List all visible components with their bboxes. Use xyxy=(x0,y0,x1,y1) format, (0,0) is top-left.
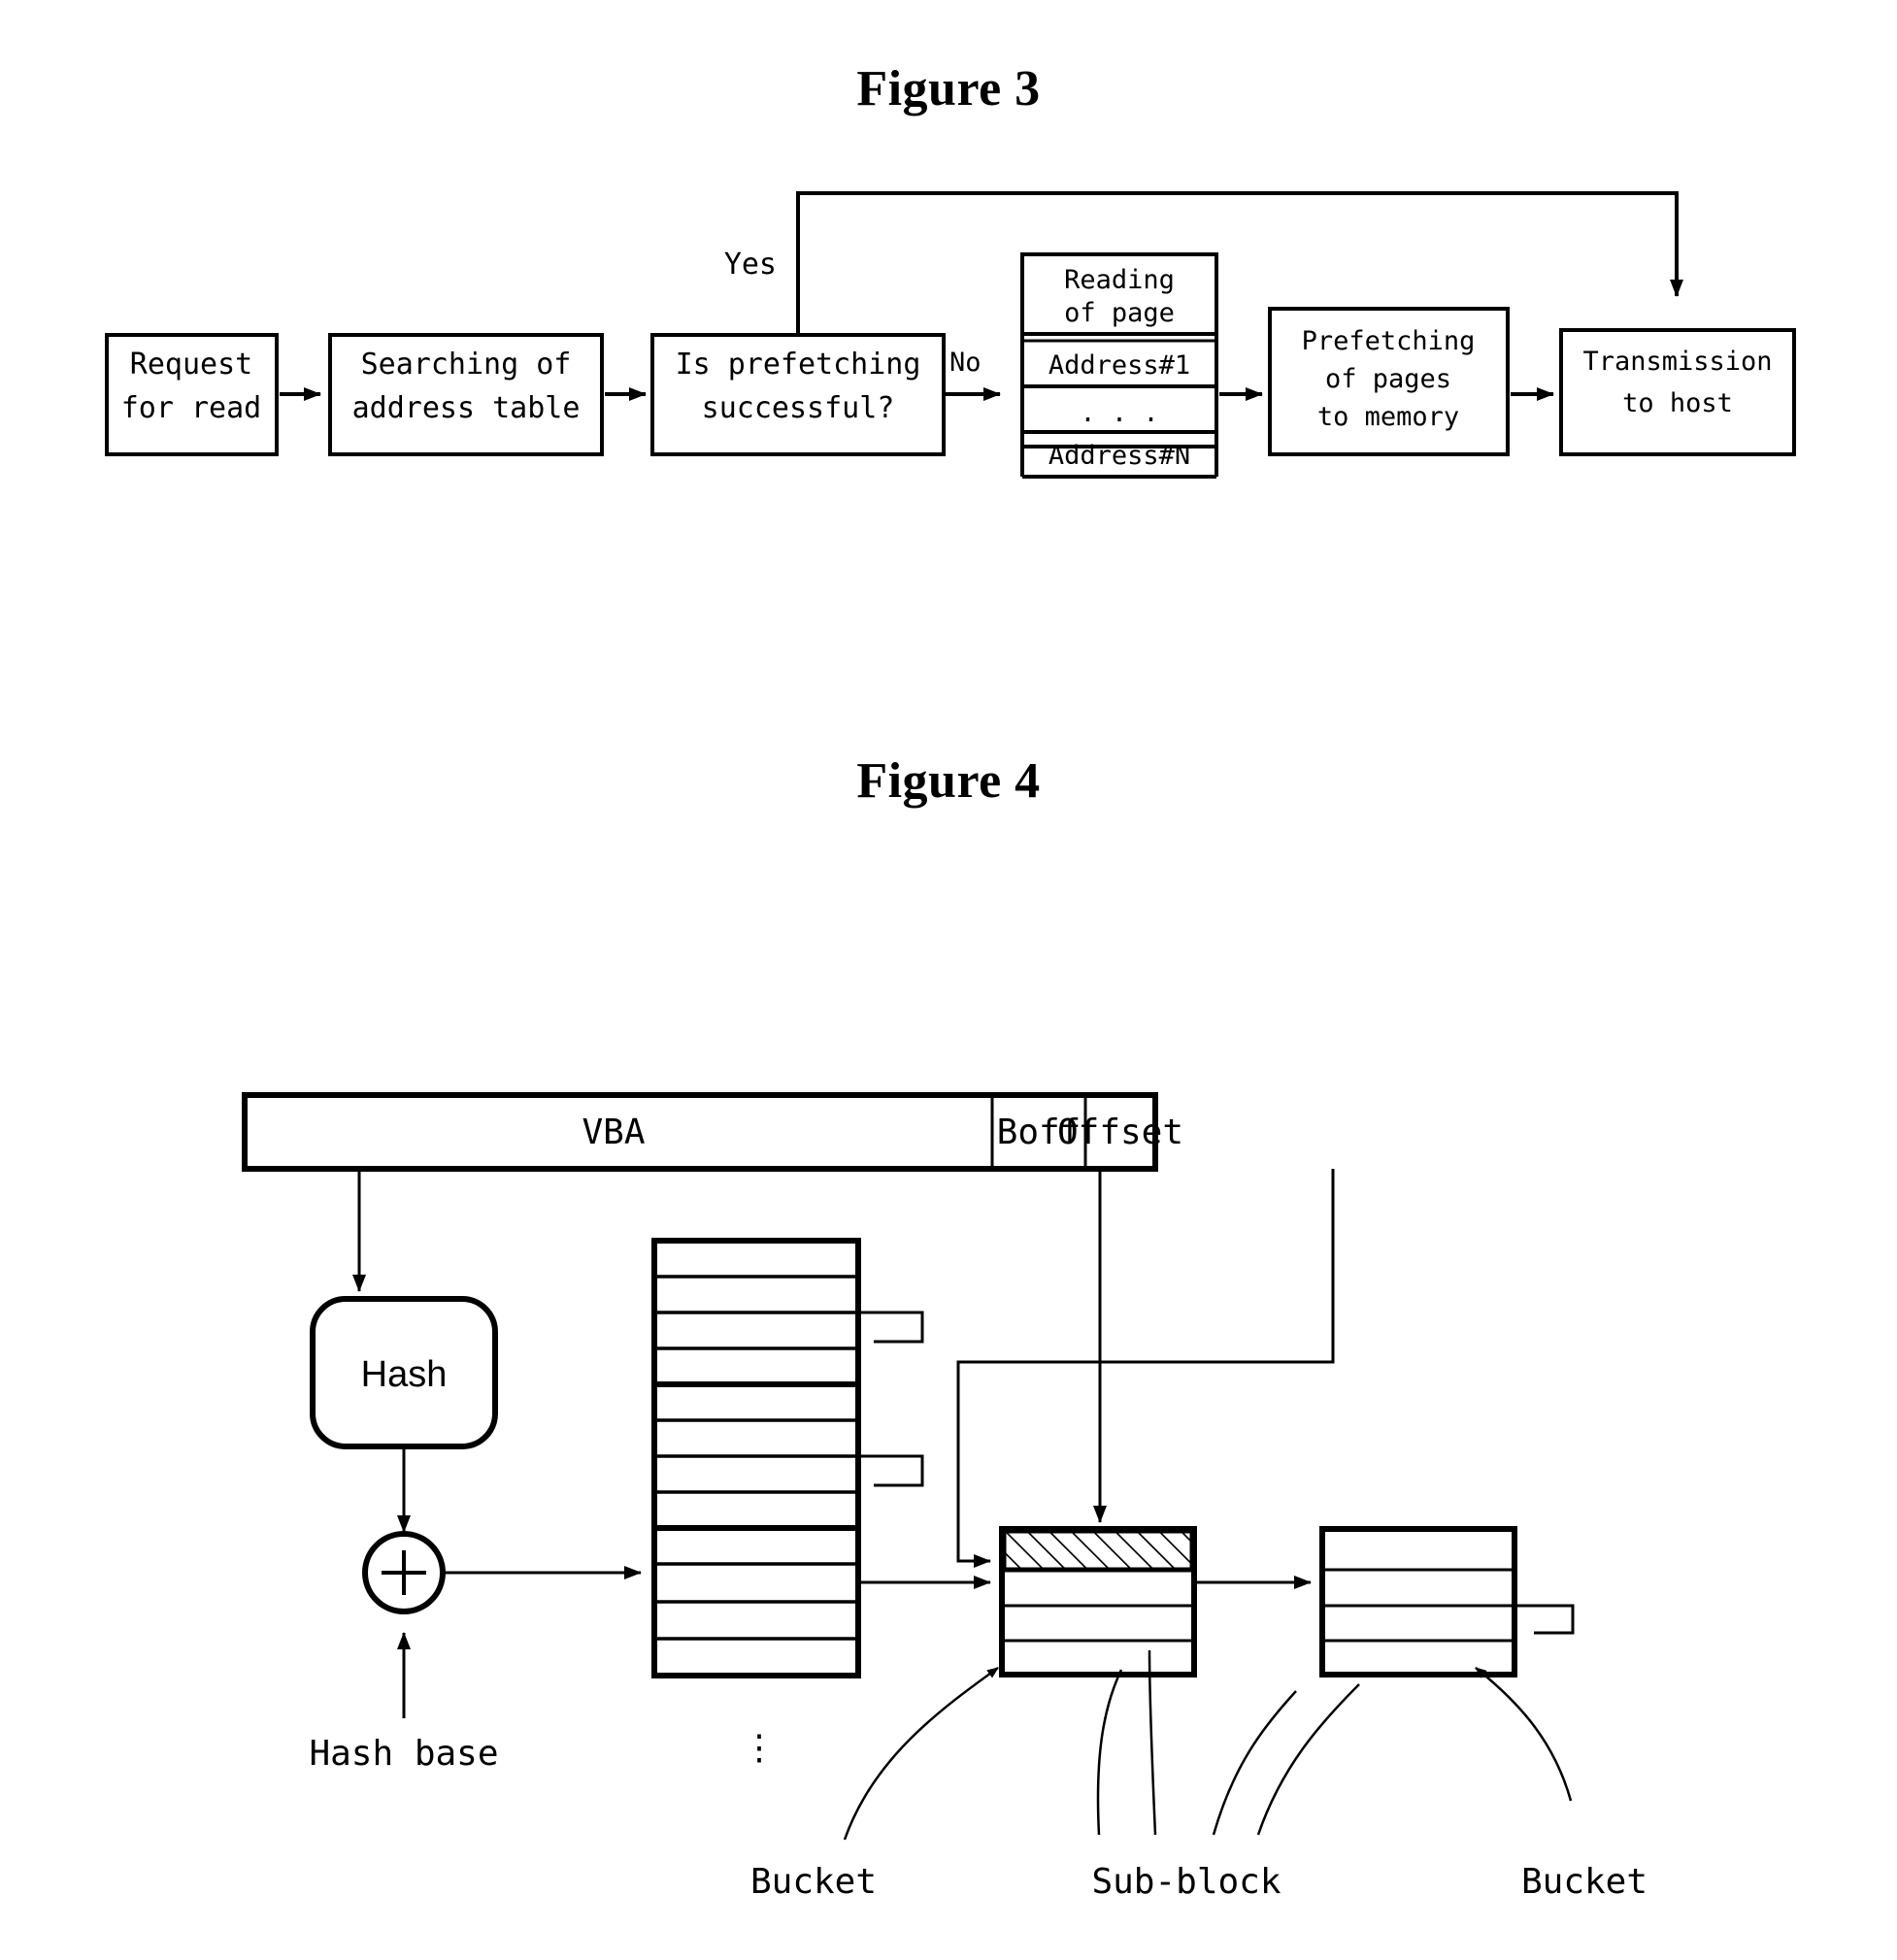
hash-table-ellipsis: ⋮ xyxy=(742,1728,777,1768)
hash-block-box xyxy=(310,1296,498,1449)
address-word-bar xyxy=(242,1092,1158,1172)
node-searching-address-table-line-2: address table xyxy=(352,391,581,425)
node-is-prefetching-successful-line-2: successful? xyxy=(702,391,895,425)
node-request-for-read-box xyxy=(105,333,279,456)
edge-yes-path xyxy=(796,191,1683,335)
bucket-left-box xyxy=(999,1526,1197,1678)
hash-block-label: Hash xyxy=(361,1354,448,1395)
node-prefetching-line-3: to memory xyxy=(1317,402,1459,432)
bucket-right-box xyxy=(1319,1526,1517,1678)
node-request-for-read-line-1: Request xyxy=(130,348,252,382)
node-transmission-to-host-box xyxy=(1559,328,1796,456)
callout-leader-sub-block-2 xyxy=(1148,1649,1157,1836)
hash-table-box xyxy=(651,1238,861,1678)
line-offset-to-bucket xyxy=(956,1169,1335,1568)
bucket-left-sub-block-hatched xyxy=(1001,1528,1195,1573)
node-transmission-line-2: to host xyxy=(1622,388,1733,418)
patent-figure-page: Figure 3 Figure 4 Request for read Searc… xyxy=(0,0,1897,1960)
node-is-prefetching-successful-line-1: Is prefetching xyxy=(676,348,921,382)
node-address-table-stack-box xyxy=(1020,252,1218,448)
address-stack-header-line-2: of page xyxy=(1064,298,1175,328)
callout-leader-bucket-right xyxy=(1475,1667,1573,1802)
figure-3-diagram: Request for read Searching of address ta… xyxy=(105,191,1796,479)
callout-bucket-right-label: Bucket xyxy=(1521,1862,1647,1902)
node-transmission-line-1: Transmission xyxy=(1582,347,1772,377)
node-request-for-read-line-2: for read xyxy=(121,391,262,425)
figure-4-title: Figure 4 xyxy=(856,753,1041,809)
address-field-boff-label: Boff xyxy=(997,1113,1082,1152)
node-prefetching-of-pages-box xyxy=(1268,307,1510,456)
adder-circle xyxy=(362,1531,446,1614)
node-prefetching-line-2: of pages xyxy=(1325,364,1451,394)
edge-label-no: No xyxy=(949,348,982,378)
hash-table-pointer-stub-upper xyxy=(858,1311,924,1344)
address-field-offset-label: Offset xyxy=(1057,1113,1183,1152)
node-prefetching-line-1: Prefetching xyxy=(1302,326,1476,356)
hash-table-pointer-stub-lower xyxy=(858,1454,924,1487)
bucket-right-pointer-stub xyxy=(1514,1604,1575,1635)
callout-leader-sub-block-4 xyxy=(1256,1683,1360,1836)
address-field-vba-label: VBA xyxy=(582,1113,645,1152)
callout-leader-sub-block-3 xyxy=(1212,1690,1297,1836)
hash-base-label: Hash base xyxy=(309,1734,498,1774)
figure-4-diagram: VBA Boff Offset Hash Hash base ⋮ Bucket … xyxy=(242,1092,1647,1902)
callout-leader-sub-block-1 xyxy=(1096,1669,1123,1836)
address-stack-row-1: Address#1 xyxy=(1048,350,1190,381)
edge-label-yes: Yes xyxy=(724,248,777,282)
node-is-prefetching-successful-box xyxy=(650,333,946,456)
figure-3-title: Figure 3 xyxy=(856,61,1041,116)
callout-sub-block-label: Sub-block xyxy=(1091,1862,1281,1902)
callout-leader-bucket-left xyxy=(843,1666,999,1841)
node-searching-address-table-line-1: Searching of xyxy=(361,348,572,382)
address-stack-row-3: Address#N xyxy=(1048,441,1190,471)
node-searching-address-table-box xyxy=(328,333,604,456)
address-stack-header-line-1: Reading xyxy=(1064,265,1175,295)
address-stack-row-2: . . . xyxy=(1080,398,1158,428)
callout-bucket-left-label: Bucket xyxy=(750,1862,877,1902)
